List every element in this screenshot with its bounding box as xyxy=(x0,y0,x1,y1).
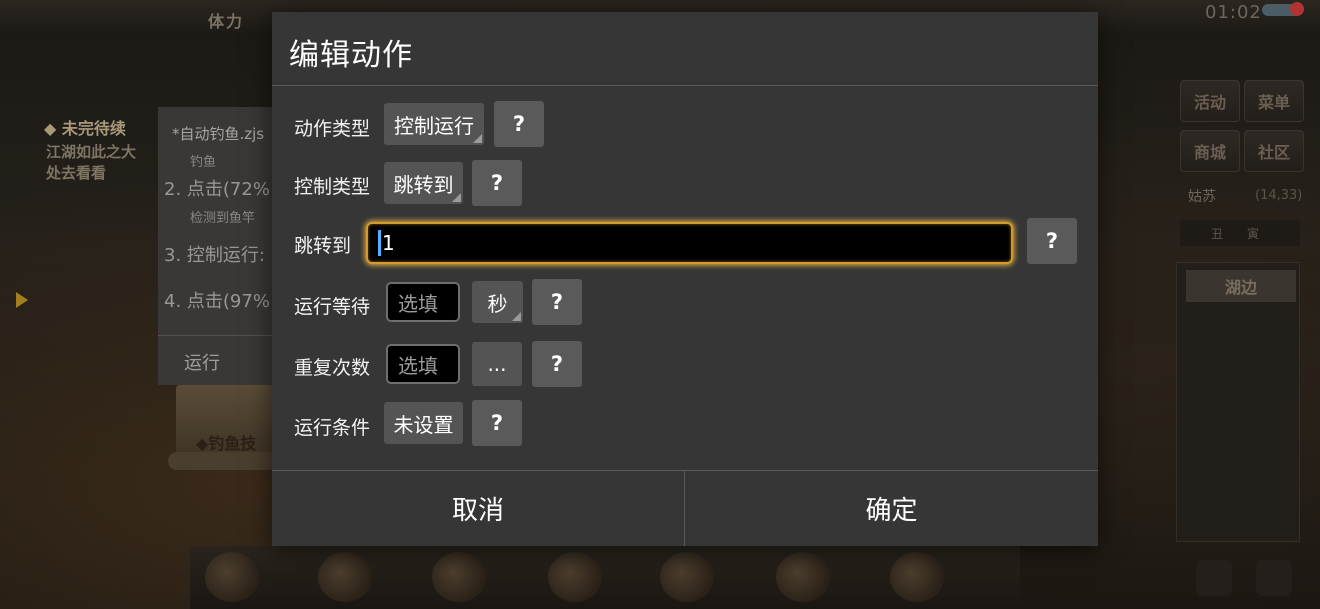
cancel-button[interactable]: 取消 xyxy=(272,471,684,546)
dialog-title: 编辑动作 xyxy=(289,38,413,73)
control-type-dropdown[interactable]: 跳转到 xyxy=(384,162,463,204)
script-step[interactable]: 4. 点击(97% xyxy=(164,287,270,313)
notification-dot-icon xyxy=(1290,2,1304,16)
condition-button[interactable]: 未设置 xyxy=(384,402,463,444)
bottom-nav-icon[interactable] xyxy=(776,552,830,602)
map-panel xyxy=(1176,262,1300,542)
time-label: 丑 寅 xyxy=(1180,220,1300,246)
script-step-sub: 检测到鱼竿 xyxy=(190,211,256,226)
repeat-input[interactable]: 选填 xyxy=(386,344,460,384)
quest-title: ◆ 未完待续 xyxy=(44,119,126,138)
stamina-label: 体力 xyxy=(208,12,245,31)
script-step[interactable]: 3. 控制运行: xyxy=(164,241,265,267)
action-type-label: 动作类型 xyxy=(294,118,371,140)
run-button[interactable]: 运行 xyxy=(184,349,220,375)
menu-button-shop[interactable]: 商城 xyxy=(1180,130,1240,172)
jump-to-help-button[interactable]: ? xyxy=(1027,218,1077,264)
menu-button-menu[interactable]: 菜单 xyxy=(1244,80,1304,122)
text-caret xyxy=(378,230,381,256)
script-step[interactable]: 2. 点击(72% xyxy=(164,175,270,201)
corner-button-icon[interactable] xyxy=(1196,560,1232,596)
condition-label: 运行条件 xyxy=(294,417,371,439)
script-file-name: *自动钓鱼.zjs xyxy=(172,125,265,143)
expand-arrow-icon[interactable] xyxy=(16,292,28,308)
jump-to-label: 跳转到 xyxy=(294,235,352,257)
menu-button-community[interactable]: 社区 xyxy=(1244,130,1304,172)
script-list-panel: *自动钓鱼.zjs 钓鱼 2. 点击(72% 检测到鱼竿 3. 控制运行: 4.… xyxy=(158,107,276,385)
repeat-help-button[interactable]: ? xyxy=(532,341,582,387)
edit-action-dialog: 编辑动作 动作类型 控制运行 ? 控制类型 跳转到 ? 跳转到 1 ? 运行等待… xyxy=(272,12,1098,546)
control-type-help-button[interactable]: ? xyxy=(472,160,522,206)
wait-help-button[interactable]: ? xyxy=(532,279,582,325)
bottom-nav-icon[interactable] xyxy=(548,552,602,602)
jump-to-value: 1 xyxy=(382,231,395,255)
script-step-fragment: 钓鱼 xyxy=(190,155,217,170)
scroll-roll xyxy=(168,452,278,470)
corner-button-icon[interactable] xyxy=(1256,560,1292,596)
control-type-label: 控制类型 xyxy=(294,176,371,198)
repeat-label: 重复次数 xyxy=(294,357,371,379)
menu-button-activity[interactable]: 活动 xyxy=(1180,80,1240,122)
scroll-text: ◆钓鱼技 xyxy=(196,434,257,453)
location-coords: (14,33) xyxy=(1255,188,1303,203)
bottom-nav-icon[interactable] xyxy=(660,552,714,602)
bottom-nav-icon[interactable] xyxy=(205,552,259,602)
confirm-button[interactable]: 确定 xyxy=(685,471,1098,546)
clock: 01:02 xyxy=(1205,2,1262,23)
wait-label: 运行等待 xyxy=(294,296,371,318)
wait-input[interactable]: 选填 xyxy=(386,282,460,322)
condition-help-button[interactable]: ? xyxy=(472,400,522,446)
bottom-nav-icon[interactable] xyxy=(318,552,372,602)
bottom-nav-icon[interactable] xyxy=(890,552,944,602)
action-type-dropdown[interactable]: 控制运行 xyxy=(384,103,484,145)
location-name: 姑苏 xyxy=(1188,189,1216,205)
quest-line: 处去看看 xyxy=(46,164,107,182)
divider xyxy=(272,85,1098,86)
wait-unit-dropdown[interactable]: 秒 xyxy=(472,281,523,323)
location-lake-button[interactable]: 湖边 xyxy=(1186,270,1296,302)
jump-to-input[interactable]: 1 xyxy=(366,222,1013,264)
repeat-more-button[interactable]: ... xyxy=(472,342,522,386)
divider xyxy=(158,335,276,336)
quest-line: 江湖如此之大 xyxy=(46,143,137,161)
action-type-help-button[interactable]: ? xyxy=(494,101,544,147)
bottom-nav-icon[interactable] xyxy=(432,552,486,602)
